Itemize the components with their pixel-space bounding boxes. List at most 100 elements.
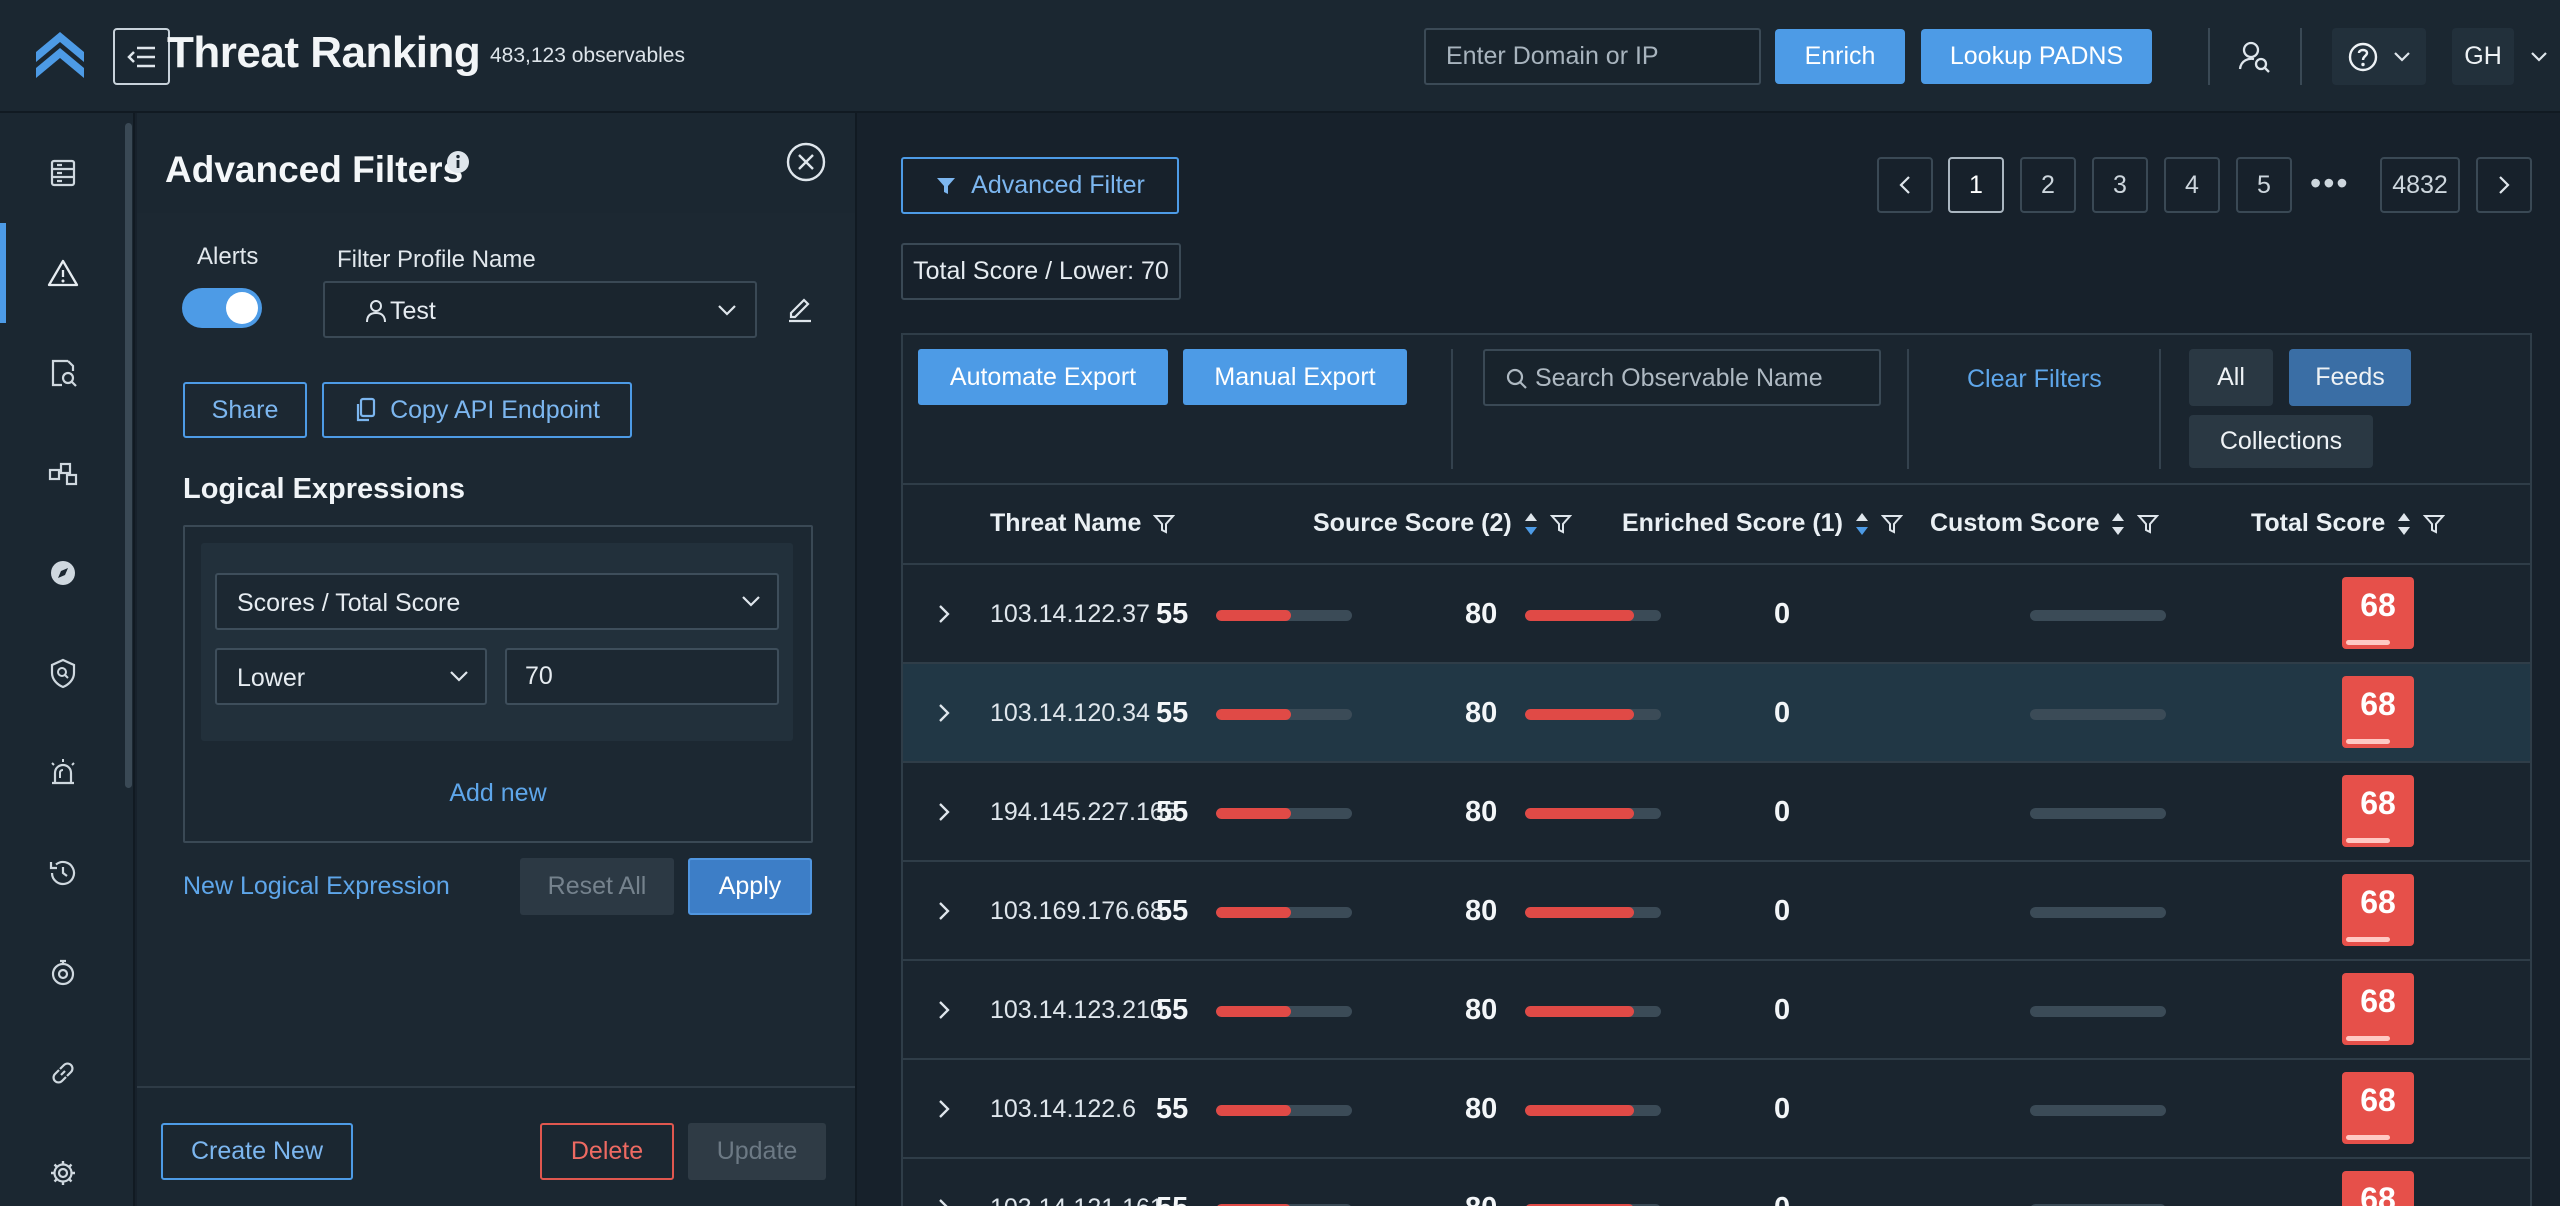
sort-icon[interactable]	[1855, 511, 1869, 537]
total-score-badge[interactable]: 68	[2342, 1171, 2414, 1206]
pagination-next[interactable]	[2476, 157, 2532, 213]
column-custom-score[interactable]: Custom Score	[1930, 509, 2160, 538]
expression-value-input[interactable]	[505, 648, 779, 705]
table-row[interactable]: 103.14.121.16155 80 0 68	[903, 1159, 2530, 1206]
expand-row-icon[interactable]	[937, 900, 951, 922]
new-logical-expression-link[interactable]: New Logical Expression	[183, 872, 450, 901]
expand-row-icon[interactable]	[937, 1197, 951, 1206]
column-source-score[interactable]: Source Score (2)	[1313, 509, 1572, 538]
table-row[interactable]: 103.14.120.34 55 80 0 68	[903, 664, 2530, 763]
expression-field-select[interactable]: Scores / Total Score	[215, 573, 779, 630]
pagination-page[interactable]: 3	[2092, 157, 2148, 213]
nav-item-integrations[interactable]	[0, 423, 125, 523]
nav-item-explore[interactable]	[0, 523, 125, 623]
search-input[interactable]	[1535, 361, 1865, 395]
threat-name-cell[interactable]: 103.14.123.210	[990, 996, 1164, 1025]
table-row[interactable]: 194.145.227.165 55 80 0 68	[903, 763, 2530, 862]
user-menu-button[interactable]: GH	[2452, 28, 2556, 85]
threat-name-cell[interactable]: 103.14.120.34	[990, 699, 1150, 728]
expand-row-icon[interactable]	[937, 603, 951, 625]
pagination-page[interactable]: 5	[2236, 157, 2292, 213]
advanced-filter-button[interactable]: Advanced Filter	[901, 157, 1179, 214]
table-row[interactable]: 103.14.122.37 55 80 0 68	[903, 565, 2530, 664]
expand-row-icon[interactable]	[937, 999, 951, 1021]
threat-name-cell[interactable]: 103.169.176.68	[990, 897, 1164, 926]
expand-row-icon[interactable]	[937, 1098, 951, 1120]
automate-export-button[interactable]: Automate Export	[918, 349, 1168, 405]
column-filter-icon[interactable]	[2423, 513, 2446, 535]
total-score-badge[interactable]: 68	[2342, 874, 2414, 946]
help-menu-button[interactable]	[2332, 28, 2426, 85]
source-filter-all[interactable]: All	[2189, 349, 2273, 406]
table-row[interactable]: 103.14.123.210 55 80 0 68	[903, 961, 2530, 1060]
share-button[interactable]: Share	[183, 382, 307, 438]
reset-all-button[interactable]: Reset All	[520, 858, 674, 915]
table-row[interactable]: 103.169.176.68 55 80 0 68	[903, 862, 2530, 961]
nav-item-threats[interactable]	[0, 223, 125, 323]
column-filter-icon[interactable]	[1880, 513, 1903, 535]
info-icon[interactable]	[446, 150, 470, 174]
nav-item-settings[interactable]	[0, 1123, 125, 1206]
app-logo-icon[interactable]	[32, 26, 88, 82]
column-filter-icon[interactable]	[1549, 513, 1572, 535]
column-filter-icon[interactable]	[2137, 513, 2160, 535]
total-score-badge[interactable]: 68	[2342, 676, 2414, 748]
add-new-condition-link[interactable]: Add new	[185, 779, 811, 808]
copy-api-endpoint-button[interactable]: Copy API Endpoint	[322, 382, 632, 438]
total-score-badge[interactable]: 68	[2342, 973, 2414, 1045]
sort-icon[interactable]	[2111, 511, 2125, 537]
expression-operator-select[interactable]: Lower	[215, 648, 487, 705]
total-score-badge[interactable]: 68	[2342, 775, 2414, 847]
threat-name-cell[interactable]: 194.145.227.165	[990, 798, 1178, 827]
user-search-button[interactable]	[2228, 30, 2280, 82]
nav-item-links[interactable]	[0, 1023, 125, 1123]
lookup-padns-button[interactable]: Lookup PADNS	[1921, 29, 2152, 84]
expand-row-icon[interactable]	[937, 801, 951, 823]
nav-item-automation[interactable]	[0, 923, 125, 1023]
threat-name-cell[interactable]: 103.14.122.37	[990, 600, 1150, 629]
clear-filters-link[interactable]: Clear Filters	[1967, 365, 2102, 394]
source-filter-feeds[interactable]: Feeds	[2289, 349, 2411, 406]
column-threat-name[interactable]: Threat Name	[990, 509, 1176, 538]
sort-icon[interactable]	[1524, 511, 1538, 537]
sort-icon[interactable]	[2397, 511, 2411, 537]
enrich-button[interactable]: Enrich	[1775, 29, 1905, 84]
pagination-last-page[interactable]: 4832	[2380, 157, 2460, 213]
expand-row-icon[interactable]	[937, 702, 951, 724]
delete-button[interactable]: Delete	[540, 1123, 674, 1180]
close-icon[interactable]	[785, 141, 827, 183]
collapse-menu-button[interactable]	[113, 28, 170, 85]
chevron-left-icon	[1899, 176, 1910, 194]
pagination-page[interactable]: 4	[2164, 157, 2220, 213]
table-row[interactable]: 103.14.122.6 55 80 0 68	[903, 1060, 2530, 1159]
pagination-prev[interactable]	[1877, 157, 1933, 213]
nav-item-threat-hunting[interactable]	[0, 623, 125, 723]
apply-button[interactable]: Apply	[688, 858, 812, 915]
create-new-button[interactable]: Create New	[161, 1123, 353, 1180]
nav-item-alerts[interactable]	[0, 723, 125, 823]
pagination-page[interactable]: 2	[2020, 157, 2076, 213]
active-filter-chip[interactable]: Total Score / Lower: 70	[901, 243, 1181, 300]
nav-item-observables[interactable]	[0, 123, 125, 223]
threat-name-cell[interactable]: 103.14.121.161	[990, 1194, 1164, 1206]
total-score-badge[interactable]: 68	[2342, 577, 2414, 649]
nav-item-reports[interactable]	[0, 323, 125, 423]
threat-name-cell[interactable]: 103.14.122.6	[990, 1095, 1136, 1124]
total-score-badge[interactable]: 68	[2342, 1072, 2414, 1144]
total-score-indicator	[2346, 1135, 2390, 1140]
nav-item-history[interactable]	[0, 823, 125, 923]
main-content: Advanced Filter 1 2 3 4 5 ••• 4832 Total…	[857, 113, 2560, 1206]
observable-search[interactable]	[1483, 349, 1881, 406]
manual-export-button[interactable]: Manual Export	[1183, 349, 1407, 405]
column-total-score[interactable]: Total Score	[2251, 509, 2446, 538]
column-enriched-score[interactable]: Enriched Score (1)	[1622, 509, 1903, 538]
pagination-page[interactable]: 1	[1948, 157, 2004, 213]
filter-profile-select[interactable]: Test	[323, 281, 757, 338]
domain-ip-input[interactable]	[1424, 28, 1761, 85]
source-filter-collections[interactable]: Collections	[2189, 415, 2373, 468]
sidenav-scrollbar[interactable]	[125, 123, 132, 788]
edit-icon[interactable]	[785, 293, 815, 323]
column-filter-icon[interactable]	[1153, 513, 1176, 535]
alerts-toggle[interactable]	[182, 288, 262, 328]
update-button[interactable]: Update	[688, 1123, 826, 1180]
